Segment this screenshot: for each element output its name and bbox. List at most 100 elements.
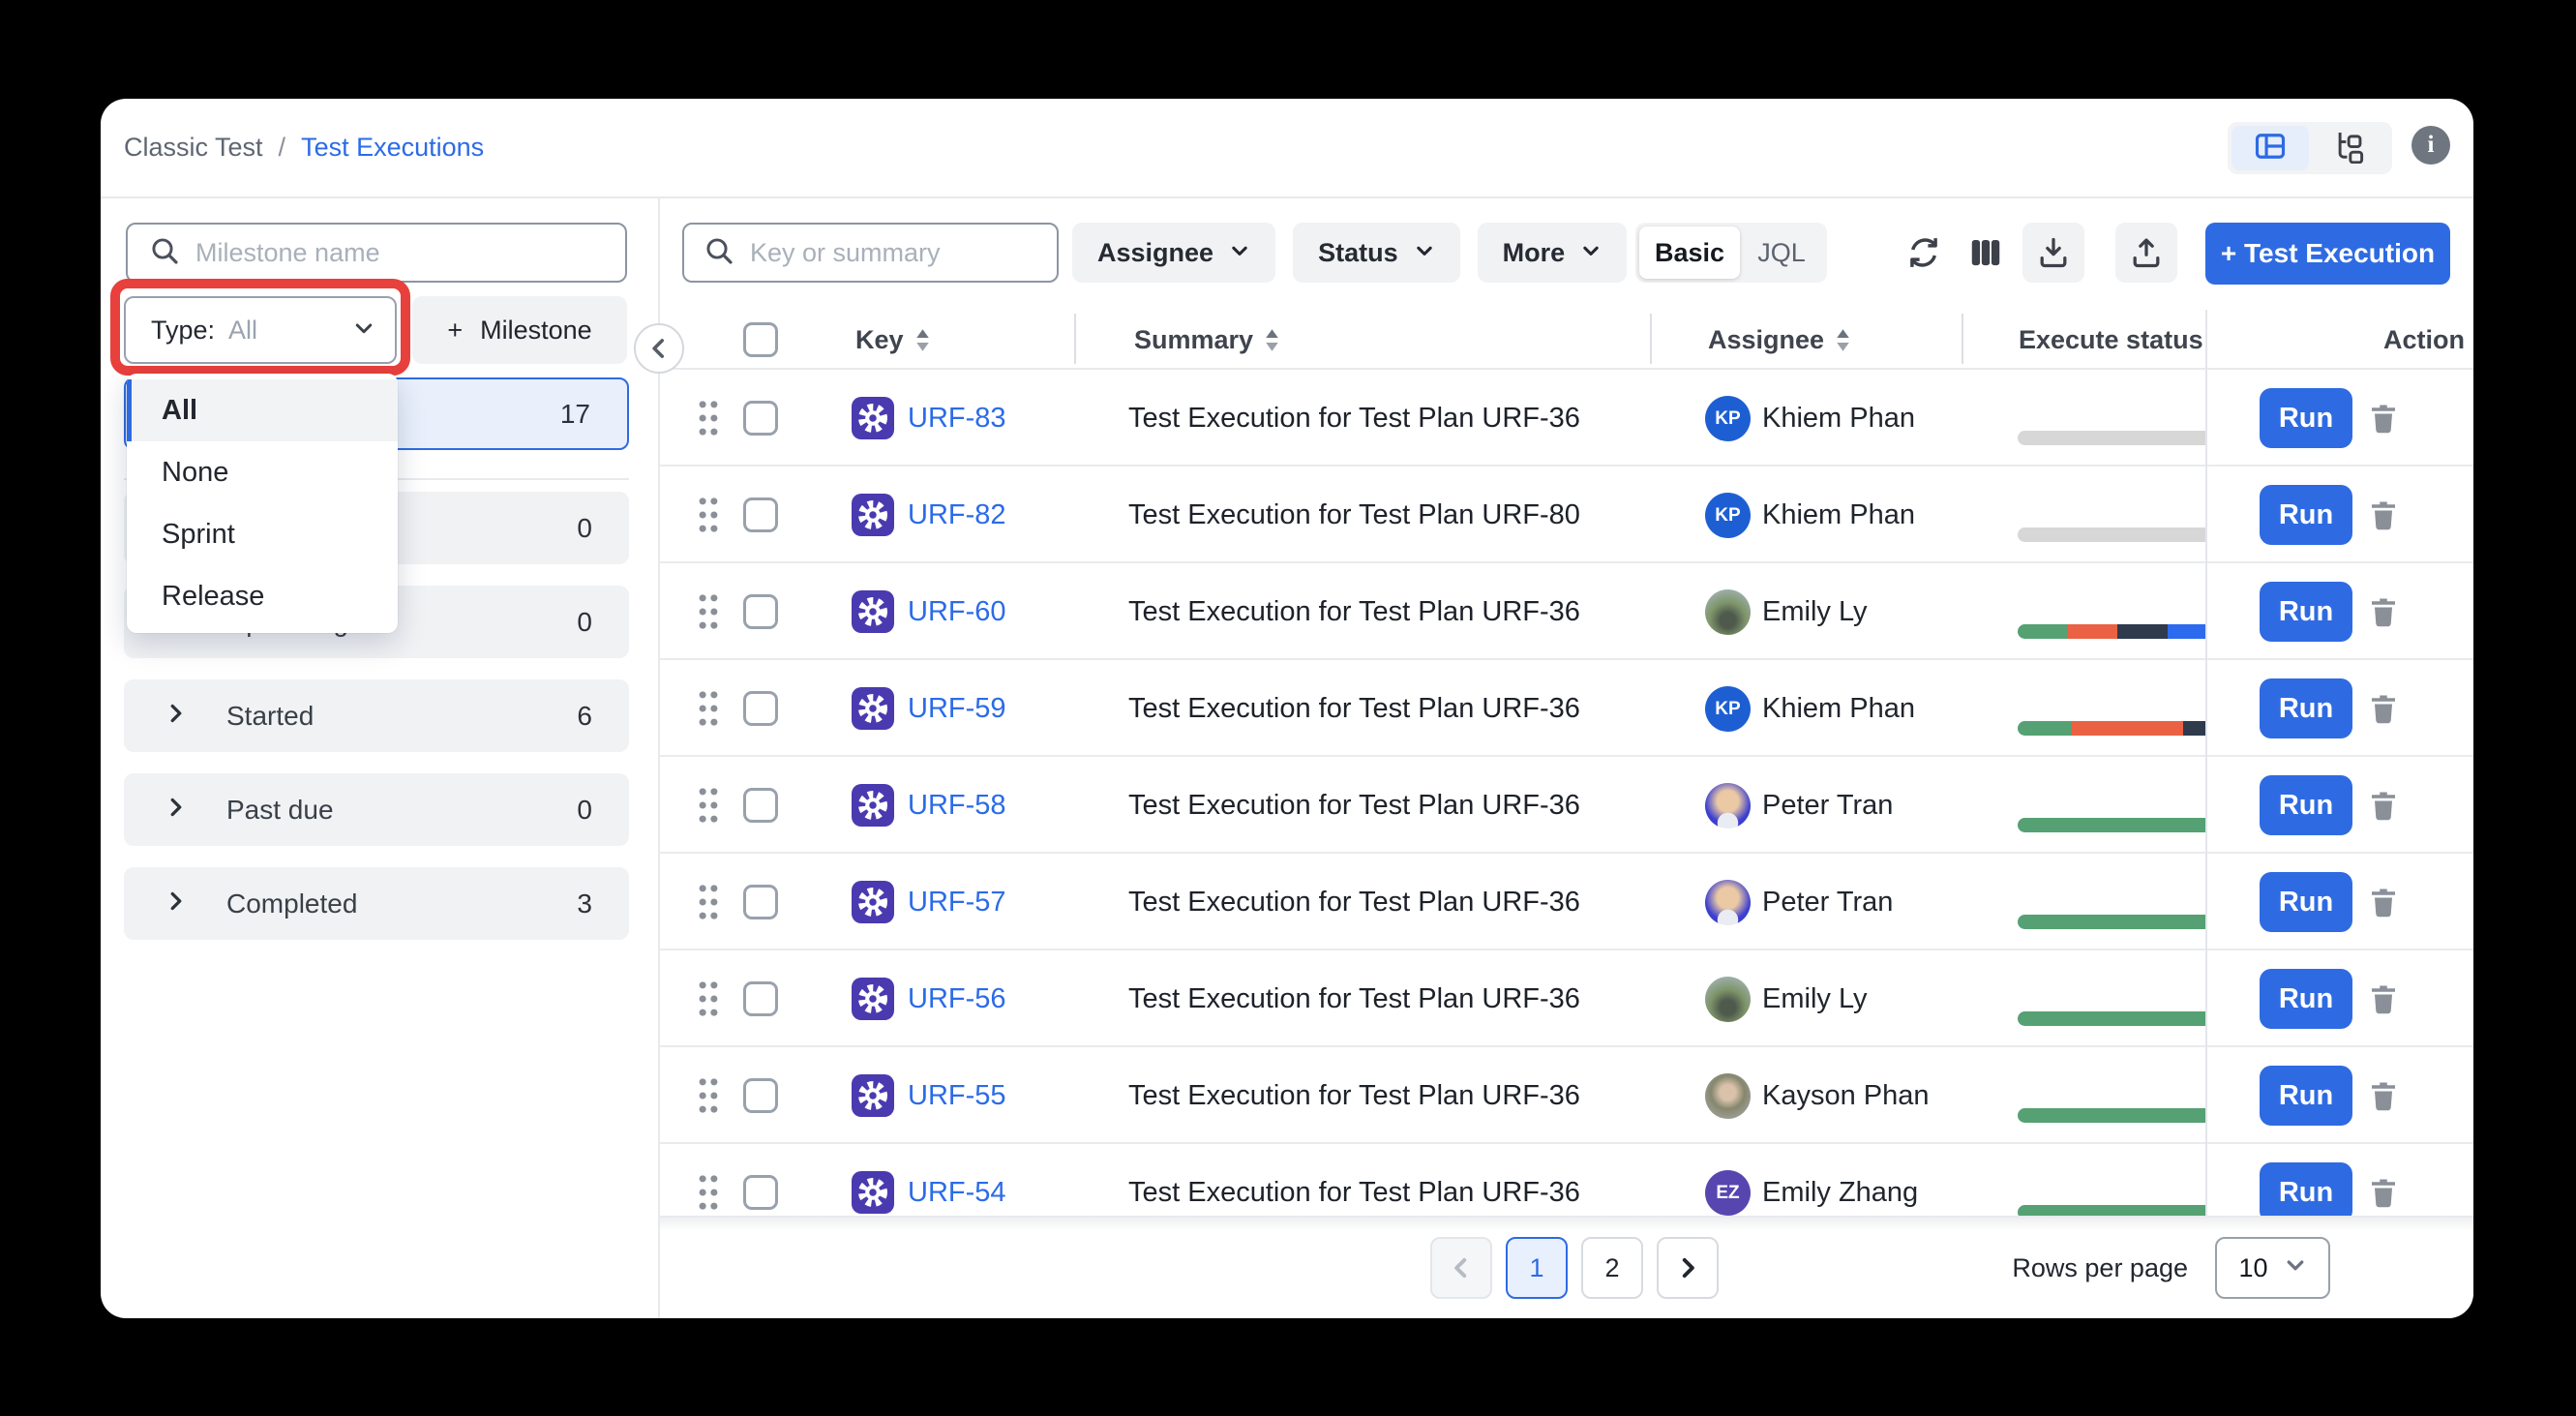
export-button[interactable] bbox=[2115, 223, 2177, 283]
trash-icon[interactable] bbox=[2366, 1078, 2401, 1118]
table-search[interactable] bbox=[682, 223, 1059, 283]
milestone-search-input[interactable] bbox=[194, 237, 625, 269]
panel-view-button[interactable] bbox=[2232, 126, 2309, 170]
run-button[interactable]: Run bbox=[2260, 969, 2352, 1029]
issue-key-link[interactable]: URF-59 bbox=[908, 693, 1006, 725]
page-number-button[interactable]: 1 bbox=[1506, 1237, 1568, 1299]
page-number-button[interactable]: 2 bbox=[1581, 1237, 1643, 1299]
issue-key-link[interactable]: URF-57 bbox=[908, 887, 1006, 919]
trash-icon[interactable] bbox=[2366, 497, 2401, 537]
key-cell: URF-60 bbox=[852, 563, 1006, 660]
row-checkbox[interactable] bbox=[743, 885, 778, 919]
run-button[interactable]: Run bbox=[2260, 678, 2352, 738]
row-checkbox[interactable] bbox=[743, 1175, 778, 1210]
milestone-group-count: 0 bbox=[577, 795, 592, 826]
chevron-left-icon bbox=[1449, 1255, 1474, 1280]
table-search-input[interactable] bbox=[748, 237, 1057, 269]
drag-handle-icon[interactable] bbox=[697, 757, 720, 854]
type-dropdown-option[interactable]: All bbox=[127, 379, 398, 441]
rows-per-page-select[interactable]: 10 bbox=[2215, 1237, 2330, 1299]
breadcrumb-current[interactable]: Test Executions bbox=[301, 133, 484, 163]
column-header-execute-status[interactable]: Execute status bbox=[2019, 310, 2204, 370]
pagination-controls: 1 2 bbox=[1430, 1237, 1719, 1299]
row-checkbox[interactable] bbox=[743, 981, 778, 1016]
chevron-right-icon bbox=[165, 796, 188, 824]
create-test-execution-button[interactable]: + Test Execution bbox=[2205, 223, 2450, 285]
refresh-button[interactable] bbox=[1893, 223, 1955, 283]
filter-buttons: Assignee Status More bbox=[1072, 223, 1627, 283]
issue-key-link[interactable]: URF-56 bbox=[908, 983, 1006, 1015]
trash-icon[interactable] bbox=[2366, 401, 2401, 440]
type-filter-select[interactable]: Type: All bbox=[124, 296, 397, 364]
columns-button[interactable] bbox=[1955, 223, 2017, 283]
breadcrumb-project[interactable]: Classic Test bbox=[124, 133, 263, 163]
milestone-group-row[interactable]: Completed 3 bbox=[124, 867, 629, 940]
type-dropdown-option[interactable]: Sprint bbox=[127, 503, 398, 565]
run-button[interactable]: Run bbox=[2260, 1066, 2352, 1126]
milestone-group-row[interactable]: Past due 0 bbox=[124, 773, 629, 846]
previous-page-button[interactable] bbox=[1430, 1237, 1492, 1299]
milestone-group-row[interactable]: Started 6 bbox=[124, 679, 629, 752]
run-button[interactable]: Run bbox=[2260, 582, 2352, 642]
status-segment bbox=[2018, 1108, 2205, 1123]
mode-jql-button[interactable]: JQL bbox=[1740, 238, 1823, 268]
info-icon[interactable]: i bbox=[2411, 126, 2450, 165]
run-button[interactable]: Run bbox=[2260, 1162, 2352, 1216]
import-button[interactable] bbox=[2022, 223, 2084, 283]
row-summary: Test Execution for Test Plan URF-80 bbox=[1128, 467, 1580, 563]
drag-handle-icon[interactable] bbox=[697, 563, 720, 660]
drag-handle-icon[interactable] bbox=[697, 467, 720, 563]
row-checkbox[interactable] bbox=[743, 788, 778, 823]
trash-icon[interactable] bbox=[2366, 788, 2401, 828]
row-checkbox[interactable] bbox=[743, 1078, 778, 1113]
type-dropdown-option[interactable]: None bbox=[127, 441, 398, 503]
trash-icon[interactable] bbox=[2366, 981, 2401, 1021]
top-bar: Classic Test / Test Executions i bbox=[101, 99, 2473, 198]
trash-icon[interactable] bbox=[2366, 885, 2401, 924]
issue-key-link[interactable]: URF-55 bbox=[908, 1080, 1006, 1112]
filter-dropdown-button[interactable]: More bbox=[1478, 223, 1628, 283]
type-dropdown-option[interactable]: Release bbox=[127, 565, 398, 627]
row-checkbox[interactable] bbox=[743, 497, 778, 532]
issue-key-link[interactable]: URF-58 bbox=[908, 790, 1006, 822]
select-all-checkbox[interactable] bbox=[743, 322, 778, 357]
drag-handle-icon[interactable] bbox=[697, 370, 720, 467]
row-checkbox[interactable] bbox=[743, 594, 778, 629]
issue-key-link[interactable]: URF-83 bbox=[908, 403, 1006, 435]
drag-handle-icon[interactable] bbox=[697, 950, 720, 1047]
drag-handle-icon[interactable] bbox=[697, 660, 720, 757]
table-row: URF-82 Test Execution for Test Plan URF-… bbox=[658, 467, 2473, 563]
tree-view-button[interactable] bbox=[2309, 126, 2386, 170]
trash-icon[interactable] bbox=[2366, 1175, 2401, 1215]
row-checkbox[interactable] bbox=[743, 401, 778, 436]
drag-handle-icon[interactable] bbox=[697, 1047, 720, 1144]
collapse-sidebar-button[interactable] bbox=[634, 323, 684, 374]
issue-key-link[interactable]: URF-60 bbox=[908, 596, 1006, 628]
test-execution-gear-icon bbox=[852, 1074, 894, 1117]
info-glyph: i bbox=[2428, 132, 2435, 159]
trash-icon[interactable] bbox=[2366, 594, 2401, 634]
column-header-key[interactable]: Key bbox=[855, 310, 930, 370]
mode-basic-button[interactable]: Basic bbox=[1639, 226, 1740, 279]
filter-dropdown-button[interactable]: Assignee bbox=[1072, 223, 1275, 283]
drag-handle-icon[interactable] bbox=[697, 1144, 720, 1216]
issue-key-link[interactable]: URF-54 bbox=[908, 1177, 1006, 1209]
run-button[interactable]: Run bbox=[2260, 485, 2352, 545]
row-checkbox[interactable] bbox=[743, 691, 778, 726]
column-header-summary[interactable]: Summary bbox=[1134, 310, 1279, 370]
key-cell: URF-56 bbox=[852, 950, 1006, 1047]
breadcrumb: Classic Test / Test Executions bbox=[124, 99, 484, 196]
run-button[interactable]: Run bbox=[2260, 775, 2352, 835]
run-button[interactable]: Run bbox=[2260, 388, 2352, 448]
issue-key-link[interactable]: URF-82 bbox=[908, 499, 1006, 531]
next-page-button[interactable] bbox=[1657, 1237, 1719, 1299]
filter-dropdown-button[interactable]: Status bbox=[1293, 223, 1460, 283]
run-button[interactable]: Run bbox=[2260, 872, 2352, 932]
drag-handle-icon[interactable] bbox=[697, 854, 720, 950]
type-dropdown-option-label: All bbox=[162, 395, 197, 427]
column-header-assignee[interactable]: Assignee bbox=[1708, 310, 1850, 370]
milestone-search[interactable] bbox=[126, 223, 627, 283]
trash-icon[interactable] bbox=[2366, 691, 2401, 731]
avatar bbox=[1705, 589, 1751, 635]
add-milestone-button[interactable]: + Milestone bbox=[412, 296, 627, 364]
